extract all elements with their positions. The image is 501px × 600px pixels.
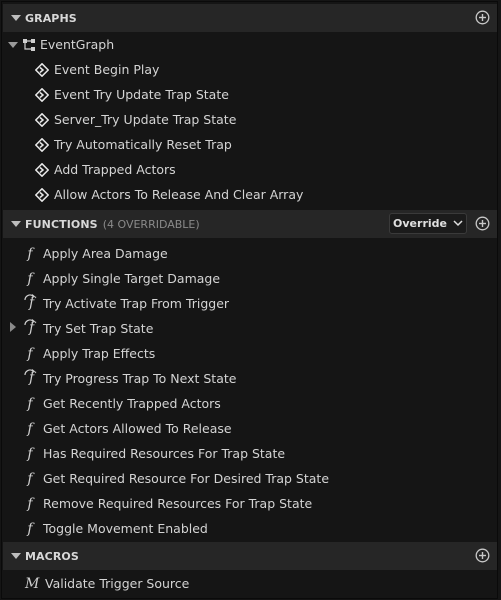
add-function-button[interactable] bbox=[475, 216, 490, 231]
function-item-label: Apply Trap Effects bbox=[43, 346, 156, 361]
function-item-label: Toggle Movement Enabled bbox=[43, 521, 208, 536]
my-blueprint-panel: GRAPHS EventGraph Event Begin Play Event … bbox=[1, 1, 498, 599]
collapse-triangle-icon[interactable] bbox=[11, 15, 21, 21]
event-item-label: Add Trapped Actors bbox=[54, 162, 176, 177]
chevron-down-icon bbox=[453, 220, 463, 227]
function-item-label: Apply Area Damage bbox=[43, 246, 168, 261]
function-item-label: Get Required Resource For Desired Trap S… bbox=[43, 471, 330, 486]
collapse-triangle-icon[interactable] bbox=[11, 221, 21, 227]
function-icon: f bbox=[27, 470, 33, 487]
event-graph-icon bbox=[23, 38, 35, 51]
function-item-label: Try Progress Trap To Next State bbox=[43, 371, 237, 386]
function-icon: f bbox=[27, 520, 33, 537]
event-item-label: Event Begin Play bbox=[54, 62, 160, 77]
macro-item-label: Validate Trigger Source bbox=[45, 576, 190, 591]
function-icon: f bbox=[27, 245, 33, 262]
event-graph-label: EventGraph bbox=[40, 37, 115, 52]
event-item[interactable]: Allow Actors To Release And Clear Array bbox=[3, 182, 497, 207]
function-item-label: Apply Single Target Damage bbox=[43, 271, 221, 286]
function-item-label: Try Activate Trap From Trigger bbox=[43, 296, 230, 311]
function-icon: f bbox=[27, 345, 33, 362]
event-item[interactable]: Event Try Update Trap State bbox=[3, 82, 497, 107]
event-node-icon bbox=[35, 137, 49, 152]
function-item[interactable]: f Apply Area Damage bbox=[3, 241, 497, 266]
function-item[interactable]: f Get Required Resource For Desired Trap … bbox=[3, 466, 497, 491]
event-item-label: Event Try Update Trap State bbox=[54, 87, 229, 102]
function-icon: f bbox=[27, 270, 33, 287]
function-item[interactable]: f Try Progress Trap To Next State bbox=[3, 366, 497, 391]
function-icon: f bbox=[27, 420, 33, 437]
function-item-label: Has Required Resources For Trap State bbox=[43, 446, 286, 461]
expand-triangle-icon[interactable] bbox=[8, 41, 18, 48]
override-button-label: Override bbox=[393, 217, 447, 230]
function-item[interactable]: f Toggle Movement Enabled bbox=[3, 516, 497, 541]
event-node-icon bbox=[35, 62, 49, 77]
functions-section-title: FUNCTIONS bbox=[25, 217, 98, 231]
function-item-label: Remove Required Resources For Trap State bbox=[43, 496, 313, 511]
macro-icon: M bbox=[25, 575, 40, 592]
event-node-icon bbox=[35, 112, 49, 127]
expand-triangle-icon[interactable] bbox=[10, 322, 16, 332]
graphs-section-title: GRAPHS bbox=[25, 11, 77, 25]
event-item[interactable]: Try Automatically Reset Trap bbox=[3, 132, 497, 157]
event-item[interactable]: Event Begin Play bbox=[3, 57, 497, 82]
functions-section-header[interactable]: FUNCTIONS (4 OVERRIDABLE) Override bbox=[3, 210, 497, 238]
function-item-label: Get Recently Trapped Actors bbox=[43, 396, 221, 411]
collapse-triangle-icon[interactable] bbox=[11, 553, 21, 559]
function-item[interactable]: f Try Activate Trap From Trigger bbox=[3, 291, 497, 316]
function-item[interactable]: f Get Recently Trapped Actors bbox=[3, 391, 497, 416]
functions-overridable-count: (4 OVERRIDABLE) bbox=[102, 217, 200, 231]
function-icon: f bbox=[27, 445, 33, 462]
event-graph-item[interactable]: EventGraph bbox=[3, 32, 497, 57]
function-item[interactable]: f Try Set Trap State bbox=[3, 316, 497, 341]
event-item-label: Allow Actors To Release And Clear Array bbox=[54, 187, 304, 202]
macro-item[interactable]: M Validate Trigger Source bbox=[3, 571, 497, 596]
macros-section-title: MACROS bbox=[25, 549, 79, 563]
event-node-icon bbox=[35, 162, 49, 177]
override-function-icon: f bbox=[23, 293, 37, 314]
function-item[interactable]: f Apply Trap Effects bbox=[3, 341, 497, 366]
function-icon: f bbox=[27, 495, 33, 512]
function-item[interactable]: f Get Actors Allowed To Release bbox=[3, 416, 497, 441]
add-macro-button[interactable] bbox=[475, 548, 490, 563]
override-dropdown-button[interactable]: Override bbox=[389, 213, 467, 234]
function-item[interactable]: f Has Required Resources For Trap State bbox=[3, 441, 497, 466]
function-item-label: Try Set Trap State bbox=[43, 321, 154, 336]
override-function-icon: f bbox=[23, 318, 37, 339]
add-graph-button[interactable] bbox=[475, 10, 490, 25]
event-node-icon bbox=[35, 87, 49, 102]
function-icon: f bbox=[27, 395, 33, 412]
event-item[interactable]: Add Trapped Actors bbox=[3, 157, 497, 182]
function-item[interactable]: f Remove Required Resources For Trap Stat… bbox=[3, 491, 497, 516]
event-item-label: Try Automatically Reset Trap bbox=[54, 137, 232, 152]
function-item-label: Get Actors Allowed To Release bbox=[43, 421, 232, 436]
macros-section-header[interactable]: MACROS bbox=[3, 542, 497, 570]
override-function-icon: f bbox=[23, 368, 37, 389]
graphs-section-header[interactable]: GRAPHS bbox=[3, 4, 497, 32]
function-item[interactable]: f Apply Single Target Damage bbox=[3, 266, 497, 291]
event-item-label: Server_Try Update Trap State bbox=[54, 112, 237, 127]
event-item[interactable]: Server_Try Update Trap State bbox=[3, 107, 497, 132]
event-node-icon bbox=[35, 187, 49, 202]
